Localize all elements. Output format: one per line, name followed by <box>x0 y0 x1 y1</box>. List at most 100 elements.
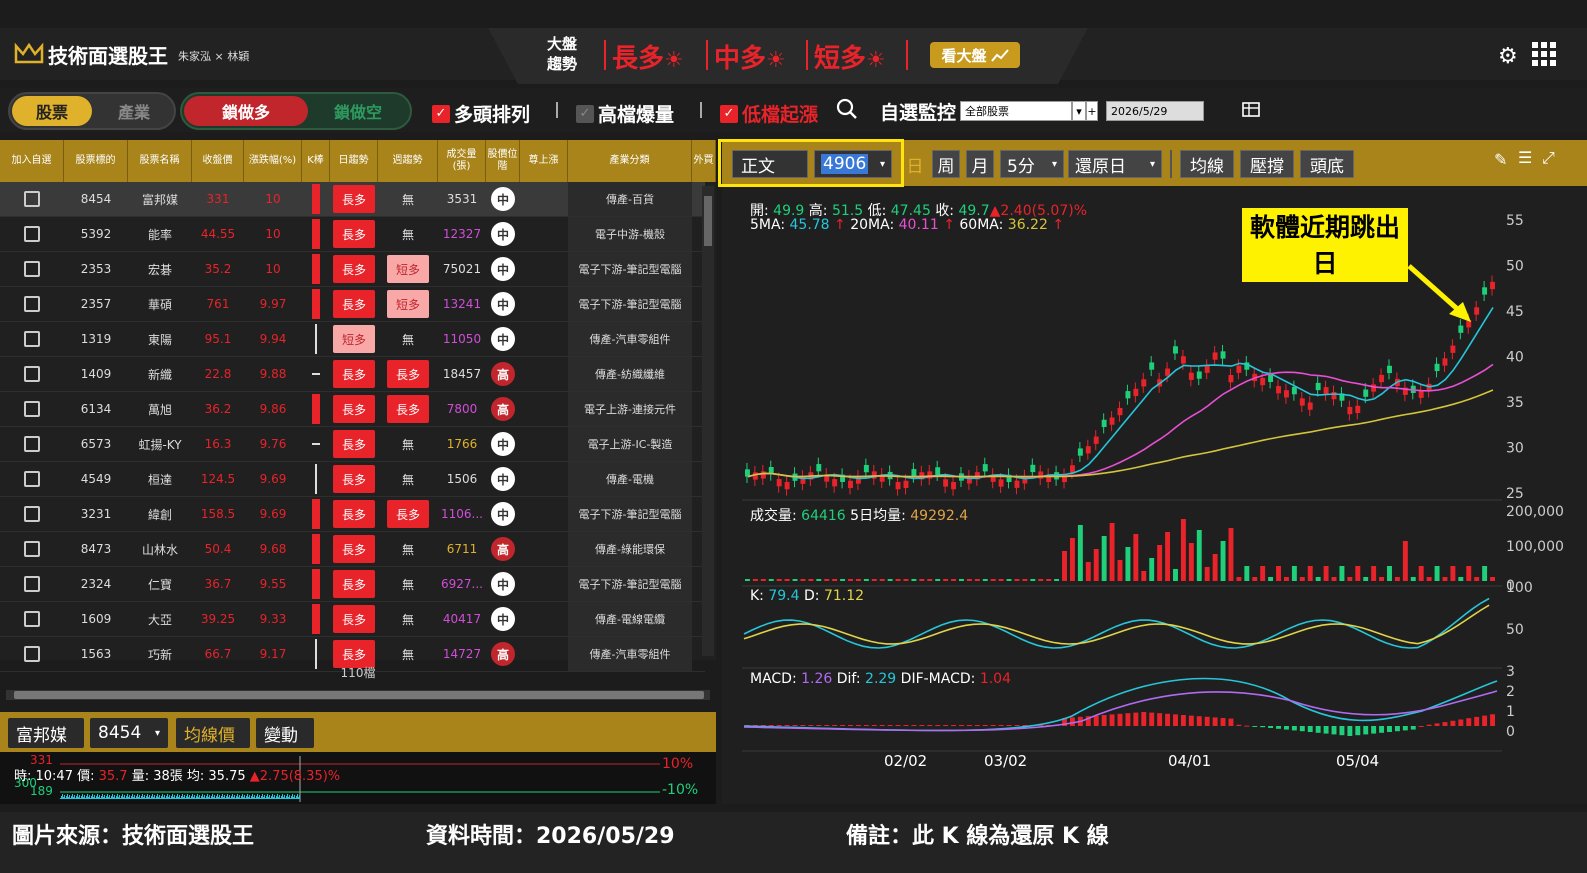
detail-stock-code[interactable]: 8454 ▾ <box>90 718 168 748</box>
macd-histogram-bar <box>1196 716 1202 726</box>
filter-low[interactable]: ✓ 低檔起漲 <box>720 100 818 127</box>
expand-icon[interactable]: ⤢ <box>1542 148 1555 168</box>
chevron-down-icon[interactable]: ▾ <box>1072 101 1086 121</box>
toggle-lock-long[interactable]: 鎖做多 <box>184 96 308 126</box>
scroll-thumb[interactable] <box>704 196 712 246</box>
col-header[interactable]: 尊上漲 <box>520 140 568 182</box>
intraday-volume-bar <box>125 798 126 799</box>
date-select[interactable]: 2026/5/29 <box>1106 101 1204 121</box>
toggle-lock-short[interactable]: 鎖做空 <box>310 96 406 126</box>
add-watch-checkbox[interactable] <box>24 576 40 592</box>
close-price: 95.1 <box>204 332 232 346</box>
add-watch-checkbox[interactable] <box>24 471 40 487</box>
table-row[interactable]: 2357 華碩 761 9.97 長多 短多 13241 中 電子下游-筆記型電腦 <box>0 287 705 322</box>
col-header[interactable]: 收盤價 <box>192 140 244 182</box>
pressure-button[interactable]: 壓撐 <box>1240 150 1294 178</box>
table-row[interactable]: 5392 能率 44.55 10 長多 無 12327 中 電子中游-機殼 <box>0 217 705 252</box>
col-header[interactable]: 加入自選 <box>0 140 64 182</box>
col-header[interactable]: 週趨勢 <box>378 140 438 182</box>
scroll-thumb[interactable] <box>14 691 704 699</box>
vertical-scrollbar[interactable] <box>702 186 714 656</box>
table-row[interactable]: 4549 桓達 124.5 9.69 長多 無 1506 中 傳產-電機 <box>0 462 705 497</box>
search-icon[interactable] <box>836 98 858 120</box>
volume: 40417 <box>442 612 482 626</box>
table-cell: 9.68 <box>244 532 302 566</box>
add-watch-checkbox[interactable] <box>24 436 40 452</box>
toggle-industry[interactable]: 產業 <box>96 96 172 126</box>
trend-mid: 中多☀ <box>714 44 786 74</box>
period-day[interactable]: 日 <box>904 150 926 178</box>
pencil-icon[interactable]: ✎ <box>1494 150 1507 169</box>
add-watch-checkbox[interactable] <box>24 331 40 347</box>
table-row[interactable]: 2324 仁寶 36.7 9.55 長多 無 6927... 中 電子下游-筆記型電腦 <box>0 567 705 602</box>
volume-bar <box>927 579 933 581</box>
table-row[interactable]: 2353 宏碁 35.2 10 長多 短多 75021 中 電子下游-筆記型電腦 <box>0 252 705 287</box>
period-week[interactable]: 周 <box>932 150 960 178</box>
avg-price-button[interactable]: 均線價 <box>176 718 250 748</box>
col-header[interactable]: 股票名稱 <box>128 140 192 182</box>
intraday-volume-bar <box>295 798 296 799</box>
candle-body <box>943 479 949 487</box>
table-row[interactable]: 1319 東陽 95.1 9.94 短多 無 11050 中 傳產-汽車零組件 <box>0 322 705 357</box>
add-watch-checkbox[interactable] <box>24 191 40 207</box>
grid-menu-icon[interactable] <box>1532 42 1556 66</box>
intraday-volume-bar <box>218 797 219 799</box>
table-settings-icon[interactable] <box>1242 102 1262 118</box>
table-cell: 傳產-紡織纖維 <box>568 357 692 391</box>
add-watch-checkbox[interactable] <box>24 506 40 522</box>
period-month[interactable]: 月 <box>966 150 994 178</box>
col-header[interactable]: 產業分類 <box>568 140 692 182</box>
change-button[interactable]: 變動 <box>256 718 314 748</box>
col-header[interactable]: 日趨勢 <box>330 140 378 182</box>
col-header[interactable]: 成交量(張) <box>438 140 486 182</box>
detail-stock-name[interactable]: 富邦媒 <box>8 718 84 748</box>
add-watch-checkbox[interactable] <box>24 226 40 242</box>
add-watch-checkbox[interactable] <box>24 401 40 417</box>
change-pct: 9.33 <box>259 612 287 626</box>
volume-bar <box>1109 523 1115 581</box>
intraday-volume-bar <box>203 797 204 799</box>
watch-list-select[interactable]: 全部股票 <box>960 101 1072 121</box>
col-header[interactable]: 股票標的 <box>64 140 128 182</box>
macd-histogram-bar <box>1474 716 1480 726</box>
head-bottom-button[interactable]: 頭底 <box>1300 150 1354 178</box>
ma-button[interactable]: 均線 <box>1180 150 1234 178</box>
volume-bar <box>768 579 774 581</box>
add-icon[interactable]: + <box>1086 101 1098 121</box>
toggle-stock[interactable]: 股票 <box>12 96 92 126</box>
col-header-more[interactable]: 外買 <box>692 140 716 182</box>
table-row[interactable]: 1609 大亞 39.25 9.33 長多 無 40417 中 傳產-電線電纜 <box>0 602 705 637</box>
macd-histogram-bar <box>1482 715 1488 726</box>
volume-bar <box>1394 577 1400 581</box>
intraday-volume-bar <box>90 798 91 799</box>
restore-select[interactable]: 還原日 ▾ <box>1068 150 1162 178</box>
volume-bar <box>1276 566 1281 581</box>
gear-icon[interactable]: ⚙ <box>1498 44 1518 69</box>
intraday-volume-bar <box>103 797 104 799</box>
table-row[interactable]: 6573 虹揚-KY 16.3 9.76 長多 無 1766 中 電子上游-IC-製造 <box>0 427 705 462</box>
macd-histogram-bar <box>832 725 838 726</box>
intraday-volume-bar <box>261 796 262 799</box>
table-row[interactable]: 6134 萬旭 36.2 9.86 長多 長多 7800 高 電子上游-連接元件 <box>0 392 705 427</box>
add-watch-checkbox[interactable] <box>24 366 40 382</box>
period-minute-select[interactable]: 5分 ▾ <box>1000 150 1064 178</box>
col-header[interactable]: 漲跌幅(%) <box>244 140 302 182</box>
col-header[interactable]: 股價位階 <box>486 140 520 182</box>
intraday-volume-bar <box>254 795 255 799</box>
view-market-button[interactable]: 看大盤 <box>930 42 1020 68</box>
col-header[interactable]: K棒 <box>302 140 330 182</box>
sliders-icon[interactable]: ☰ <box>1518 148 1532 167</box>
table-row[interactable]: 3231 緯創 158.5 9.69 長多 長多 1106... 中 電子下游-筆記型電腦 <box>0 497 705 532</box>
table-row[interactable]: 8473 山林水 50.4 9.68 長多 無 6711 高 傳產-綠能環保 <box>0 532 705 567</box>
add-watch-checkbox[interactable] <box>24 611 40 627</box>
volume-bar <box>1069 538 1075 581</box>
table-row[interactable]: 8454 富邦媒 331 10 長多 無 3531 中 傳產-百貨 <box>0 182 705 217</box>
intraday-volume-bar <box>263 797 264 799</box>
add-watch-checkbox[interactable] <box>24 296 40 312</box>
table-cell: 95.1 <box>192 322 244 356</box>
add-watch-checkbox[interactable] <box>24 541 40 557</box>
filter-high[interactable]: ✓ 高檔爆量 <box>576 100 674 127</box>
add-watch-checkbox[interactable] <box>24 261 40 277</box>
filter-bull[interactable]: ✓ 多頭排列 <box>432 100 530 127</box>
table-row[interactable]: 1409 新纖 22.8 9.88 長多 長多 18457 高 傳產-紡織纖維 <box>0 357 705 392</box>
